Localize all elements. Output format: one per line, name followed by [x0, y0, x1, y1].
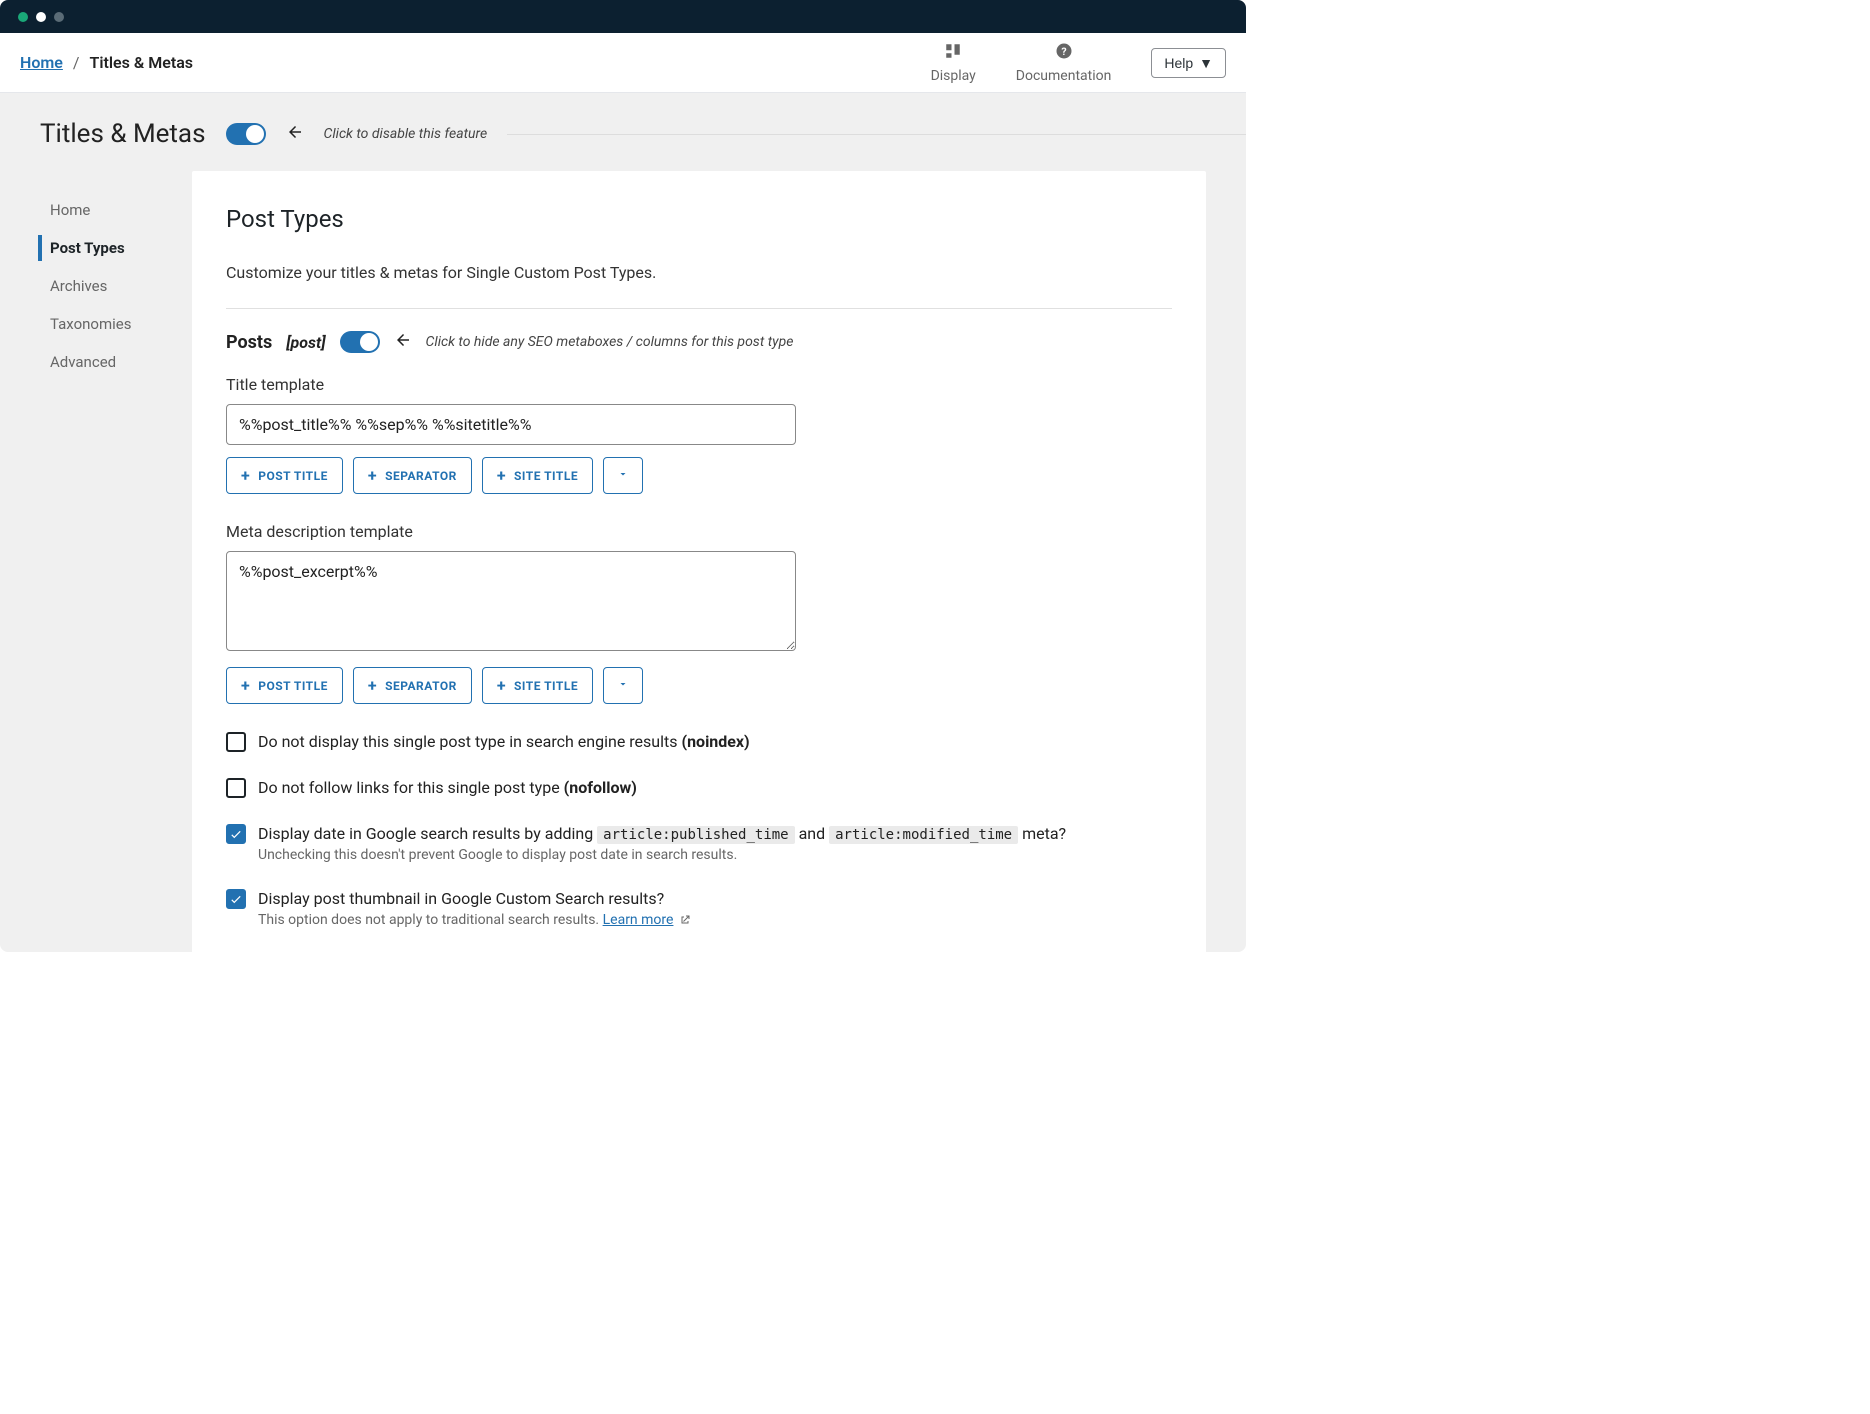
date-code-modified: article:modified_time [829, 826, 1018, 844]
chevron-down-icon [617, 468, 629, 483]
nofollow-label-text: Do not follow links for this single post… [258, 778, 564, 797]
sidenav-item-taxonomies[interactable]: Taxonomies [0, 305, 192, 343]
thumbnail-subnote-text: This option does not apply to traditiona… [258, 912, 603, 928]
chip-expand[interactable] [603, 667, 643, 704]
traffic-dot-grey [54, 12, 64, 22]
date-label-post: meta? [1018, 824, 1066, 843]
plus-icon: + [241, 676, 250, 695]
date-label: Display date in Google search results by… [258, 824, 1066, 843]
chip-site-title[interactable]: + SITE TITLE [482, 667, 593, 704]
date-code-published: article:published_time [597, 826, 794, 844]
plus-icon: + [497, 466, 506, 485]
page-title: Titles & Metas [40, 119, 206, 149]
date-checkbox-row: Display date in Google search results by… [226, 824, 1172, 863]
chevron-down-icon [617, 678, 629, 693]
breadcrumb-home-link[interactable]: Home [20, 53, 63, 72]
toolbar: Home / Titles & Metas Display ? Document… [0, 33, 1246, 93]
chip-label: SEPARATOR [385, 679, 457, 693]
panel-description: Customize your titles & metas for Single… [226, 263, 1172, 282]
noindex-checkbox-row: Do not display this single post type in … [226, 732, 1172, 752]
posts-section-header: Posts [post] Click to hide any SEO metab… [226, 331, 1172, 353]
chip-post-title[interactable]: + POST TITLE [226, 667, 343, 704]
arrow-left-icon [394, 331, 412, 353]
date-label-pre: Display date in Google search results by… [258, 824, 597, 843]
date-checkbox[interactable] [226, 824, 246, 844]
breadcrumb-current: Titles & Metas [90, 53, 194, 72]
external-link-icon [677, 912, 691, 928]
nofollow-label-bold: (nofollow) [564, 778, 637, 797]
title-template-input[interactable] [226, 404, 796, 445]
posts-section-name: Posts [226, 332, 272, 353]
svg-text:?: ? [1061, 44, 1066, 57]
panel-divider [226, 308, 1172, 309]
sidenav-item-post-types[interactable]: Post Types [0, 229, 192, 267]
thumbnail-checkbox-row: Display post thumbnail in Google Custom … [226, 889, 1172, 928]
nofollow-checkbox[interactable] [226, 778, 246, 798]
main-panel: Post Types Customize your titles & metas… [192, 171, 1206, 952]
nofollow-label: Do not follow links for this single post… [258, 778, 637, 797]
window-titlebar [0, 0, 1246, 33]
toolbar-documentation-label: Documentation [1016, 68, 1112, 84]
chip-label: SITE TITLE [514, 469, 578, 483]
thumbnail-subnote: This option does not apply to traditiona… [258, 912, 691, 928]
arrow-left-icon [286, 123, 304, 145]
chip-label: SITE TITLE [514, 679, 578, 693]
display-icon [944, 42, 962, 64]
chip-site-title[interactable]: + SITE TITLE [482, 457, 593, 494]
traffic-dot-white [36, 12, 46, 22]
noindex-label-text: Do not display this single post type in … [258, 732, 681, 751]
chip-separator[interactable]: + SEPARATOR [353, 457, 472, 494]
breadcrumb-sep: / [73, 53, 80, 72]
plus-icon: + [241, 466, 250, 485]
nofollow-checkbox-row: Do not follow links for this single post… [226, 778, 1172, 798]
title-chips: + POST TITLE + SEPARATOR + SITE TITLE [226, 457, 1172, 494]
chip-post-title[interactable]: + POST TITLE [226, 457, 343, 494]
side-nav: Home Post Types Archives Taxonomies Adva… [0, 171, 192, 952]
sidenav-item-archives[interactable]: Archives [0, 267, 192, 305]
chip-label: POST TITLE [258, 679, 328, 693]
title-template-label: Title template [226, 375, 1172, 394]
chip-label: POST TITLE [258, 469, 328, 483]
meta-description-label: Meta description template [226, 522, 1172, 541]
chip-label: SEPARATOR [385, 469, 457, 483]
date-label-mid: and [795, 824, 830, 843]
chip-separator[interactable]: + SEPARATOR [353, 667, 472, 704]
meta-chips: + POST TITLE + SEPARATOR + SITE TITLE [226, 667, 1172, 704]
sidenav-item-advanced[interactable]: Advanced [0, 343, 192, 381]
posts-toggle[interactable] [340, 331, 380, 353]
meta-description-input[interactable]: %%post_excerpt%% [226, 551, 796, 651]
plus-icon: + [497, 676, 506, 695]
plus-icon: + [368, 466, 377, 485]
feature-toggle[interactable] [226, 123, 266, 145]
noindex-label-bold: (noindex) [681, 732, 749, 751]
noindex-label: Do not display this single post type in … [258, 732, 750, 751]
chevron-down-icon: ▼ [1199, 55, 1213, 71]
panel-heading: Post Types [226, 205, 1172, 233]
plus-icon: + [368, 676, 377, 695]
date-subnote: Unchecking this doesn't prevent Google t… [258, 847, 1066, 863]
help-dropdown-button[interactable]: Help ▼ [1151, 48, 1226, 78]
help-label: Help [1164, 55, 1193, 71]
thumbnail-label: Display post thumbnail in Google Custom … [258, 889, 691, 908]
feature-toggle-hint: Click to disable this feature [324, 126, 488, 142]
header-rule [507, 134, 1246, 135]
toolbar-documentation-button[interactable]: ? Documentation [1016, 42, 1112, 84]
noindex-checkbox[interactable] [226, 732, 246, 752]
thumbnail-checkbox[interactable] [226, 889, 246, 909]
learn-more-link[interactable]: Learn more [603, 912, 674, 928]
toolbar-display-label: Display [931, 68, 976, 84]
breadcrumb: Home / Titles & Metas [20, 53, 193, 72]
chip-expand[interactable] [603, 457, 643, 494]
traffic-dot-green [18, 12, 28, 22]
sidenav-item-home[interactable]: Home [0, 191, 192, 229]
posts-toggle-hint: Click to hide any SEO metaboxes / column… [426, 334, 794, 350]
posts-section-slug: [post] [286, 333, 325, 352]
toolbar-display-button[interactable]: Display [931, 42, 976, 84]
help-icon: ? [1055, 42, 1073, 64]
